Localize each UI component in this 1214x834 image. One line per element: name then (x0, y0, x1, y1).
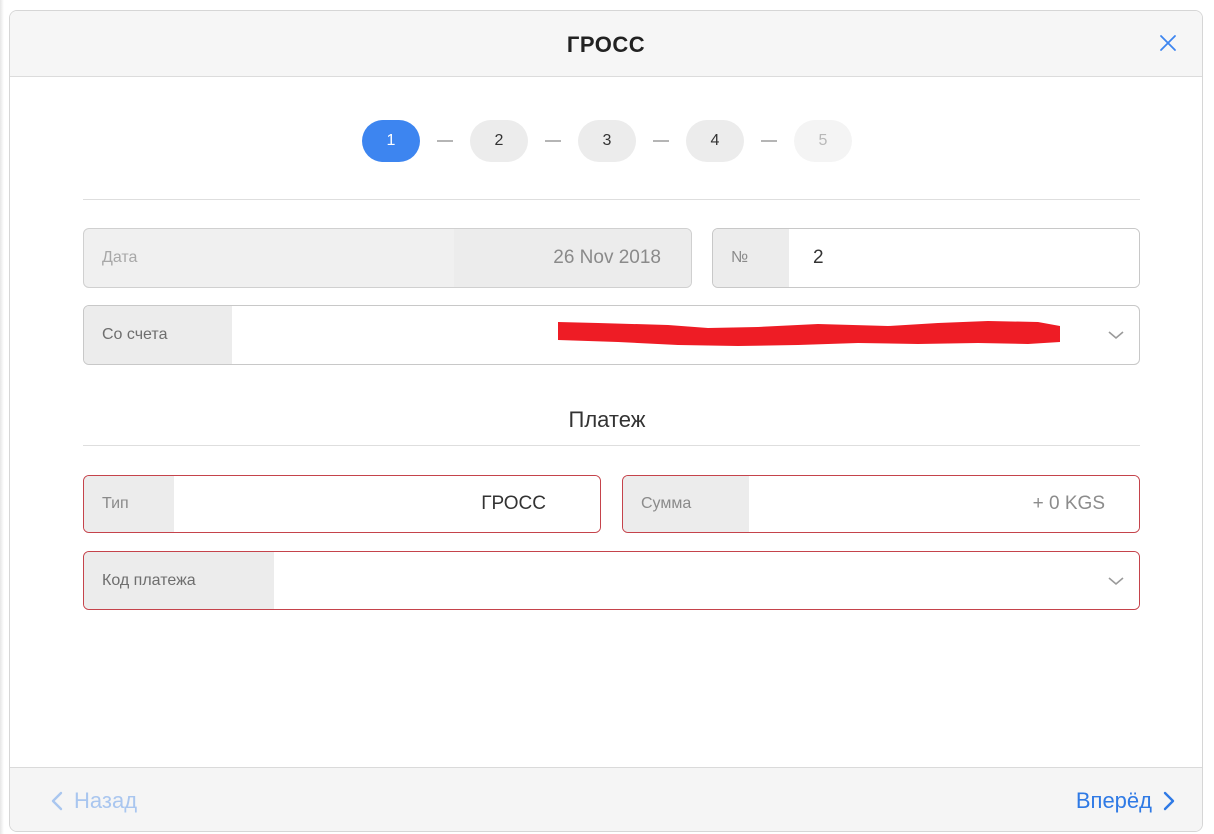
type-value[interactable]: ГРОСС (174, 476, 600, 532)
payment-code-value[interactable] (274, 552, 1139, 609)
step-2[interactable]: 2 (470, 120, 528, 162)
account-label: Со счета (84, 306, 232, 364)
divider (83, 445, 1140, 446)
close-button[interactable] (1156, 31, 1180, 55)
divider (83, 199, 1140, 200)
back-button[interactable]: Назад (50, 788, 137, 814)
date-label: Дата (102, 249, 138, 266)
amount-value[interactable]: + 0 KGS (749, 476, 1139, 532)
chevron-left-icon (51, 791, 63, 811)
amount-field[interactable]: Сумма + 0 KGS (622, 475, 1140, 533)
step-separator (528, 140, 578, 142)
next-button[interactable]: Вперёд (1076, 788, 1176, 814)
dialog-header: ГРОСС (10, 11, 1202, 77)
number-label: № (713, 229, 789, 287)
step-5: 5 (794, 120, 852, 162)
account-select[interactable]: Со счета (83, 305, 1140, 365)
payment-section-title: Платеж (568, 407, 646, 432)
dialog-title: ГРОСС (566, 32, 646, 57)
next-label: Вперёд (1075, 788, 1152, 813)
chevron-down-icon (1108, 331, 1124, 340)
number-value[interactable]: 2 (789, 229, 1139, 287)
back-label: Назад (74, 788, 138, 813)
step-1[interactable]: 1 (362, 120, 420, 162)
step-separator (420, 140, 470, 142)
amount-label: Сумма (623, 476, 749, 532)
redaction-mark (558, 321, 1060, 346)
step-indicator: 1 2 3 4 5 (362, 119, 852, 163)
step-separator (744, 140, 794, 142)
account-value[interactable] (232, 306, 1139, 364)
date-field: Дата 26 Nov 2018 (83, 228, 692, 288)
date-value: 26 Nov 2018 (454, 229, 691, 287)
step-4[interactable]: 4 (686, 120, 744, 162)
payment-code-select[interactable]: Код платежа (83, 551, 1140, 610)
step-3[interactable]: 3 (578, 120, 636, 162)
dialog-footer: Назад Вперёд (10, 767, 1202, 831)
payment-dialog: ГРОСС 1 2 3 4 5 Дата 26 Nov 2018 № 2 Со … (9, 10, 1203, 832)
payment-code-label: Код платежа (84, 552, 274, 609)
close-icon (1160, 35, 1176, 51)
chevron-right-icon (1163, 791, 1175, 811)
chevron-down-icon (1108, 576, 1124, 585)
step-separator (636, 140, 686, 142)
document-number-field[interactable]: № 2 (712, 228, 1140, 288)
type-label: Тип (84, 476, 174, 532)
payment-type-field[interactable]: Тип ГРОСС (83, 475, 601, 533)
